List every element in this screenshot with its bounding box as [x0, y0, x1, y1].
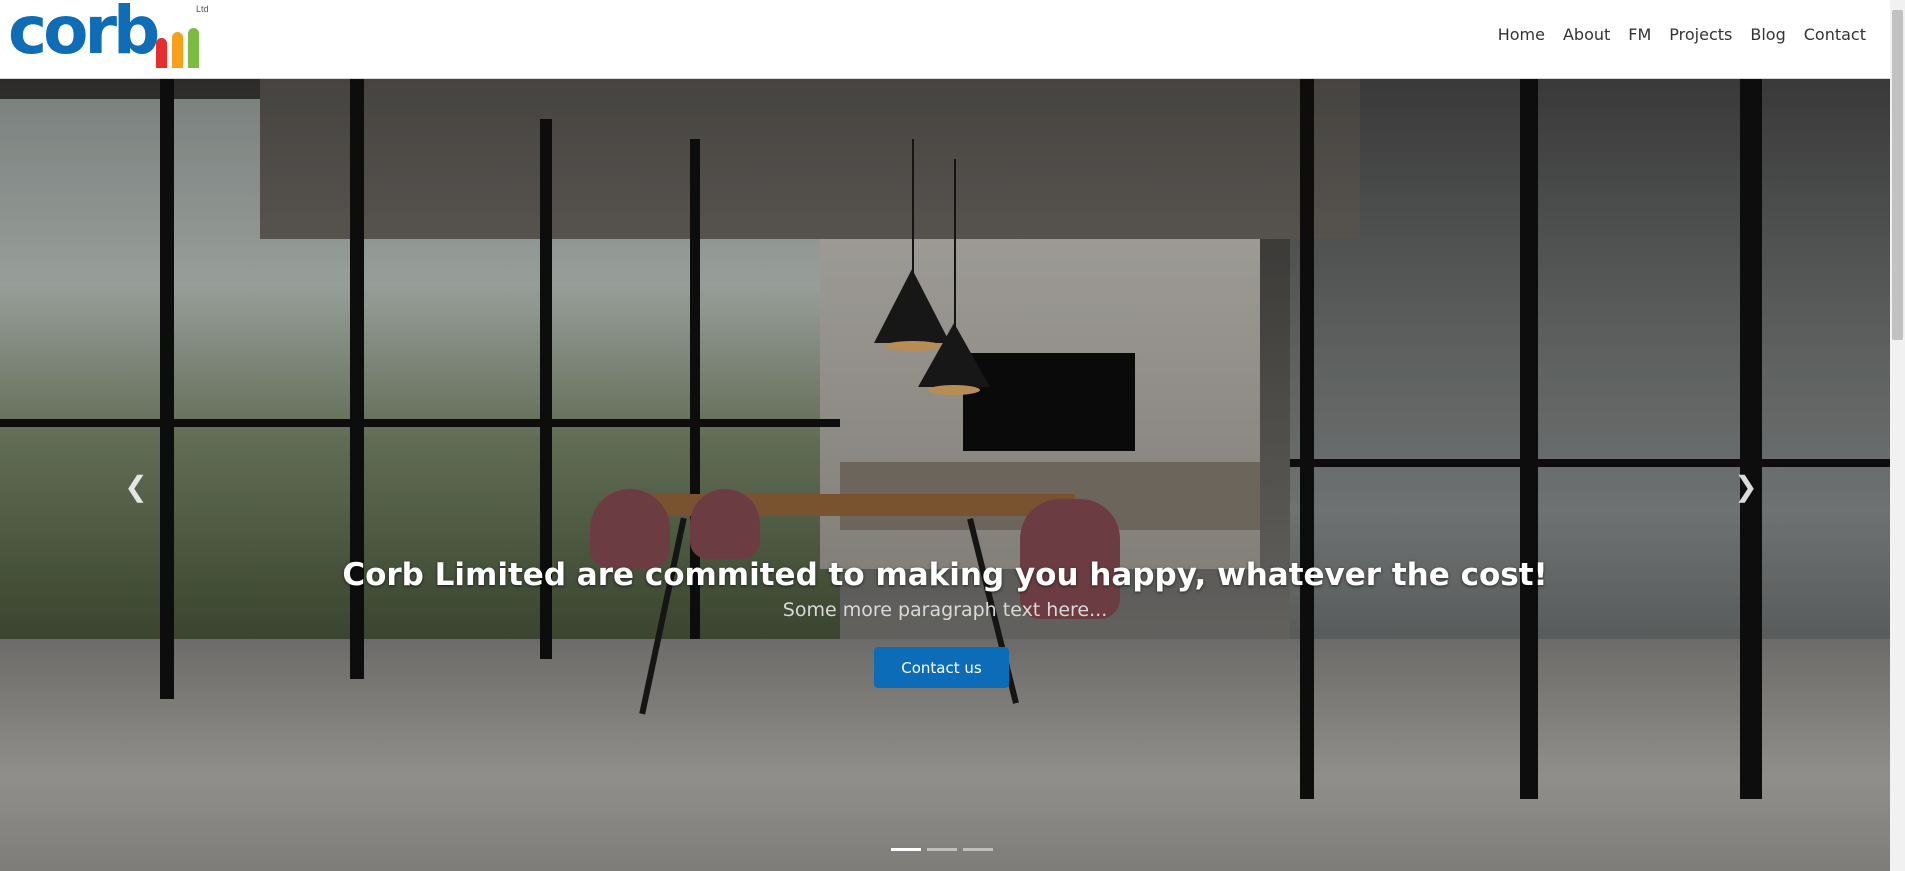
nav-blog[interactable]: Blog: [1741, 24, 1794, 46]
nav-home[interactable]: Home: [1489, 24, 1554, 46]
nav-projects[interactable]: Projects: [1660, 24, 1741, 46]
nav-contact[interactable]: Contact: [1795, 24, 1866, 46]
carousel-prev-button[interactable]: ❮: [118, 469, 154, 505]
nav-fm[interactable]: FM: [1619, 24, 1660, 46]
carousel-indicator[interactable]: [927, 848, 957, 851]
scrollbar-thumb[interactable]: [1892, 10, 1903, 340]
carousel-indicator[interactable]: [891, 848, 921, 851]
logo-bars-icon: [156, 28, 218, 68]
corb-logo[interactable]: corb Ltd: [8, 0, 220, 70]
hero-carousel: ❮ ❯: [0, 79, 1890, 871]
chevron-right-icon: ❯: [1734, 471, 1758, 502]
logo-suffix: Ltd: [196, 4, 209, 14]
page-scrollbar[interactable]: [1890, 0, 1905, 871]
main-nav: Home About FM Projects Blog Contact: [1489, 24, 1866, 46]
logo-wordmark: corb: [8, 0, 160, 69]
hero-caption: Corb Limited are commited to making you …: [0, 557, 1890, 621]
hero-overlay: [0, 79, 1890, 871]
carousel-next-button[interactable]: ❯: [1728, 469, 1764, 505]
hero-heading: Corb Limited are commited to making you …: [342, 557, 1548, 593]
carousel-indicator[interactable]: [963, 848, 993, 851]
nav-about[interactable]: About: [1554, 24, 1619, 46]
site-header: corb Ltd Home About FM Projects Blog Con…: [0, 0, 1890, 79]
contact-us-button[interactable]: Contact us: [874, 647, 1009, 688]
chevron-left-icon: ❮: [124, 471, 148, 502]
hero-subheading: Some more paragraph text here...: [782, 599, 1108, 621]
carousel-indicators: [891, 848, 993, 851]
